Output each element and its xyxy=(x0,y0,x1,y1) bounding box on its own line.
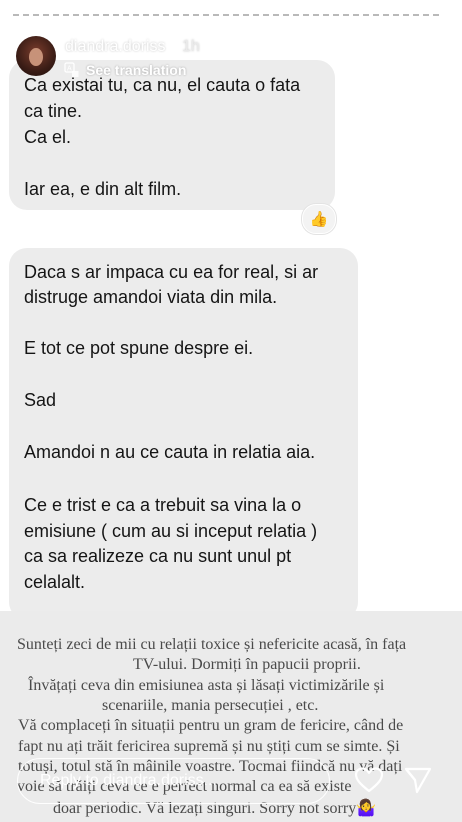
message-line: E tot ce pot spune despre ei. xyxy=(24,338,254,358)
caption-line: Sunteți zeci de mii cu relații toxice și… xyxy=(17,636,407,653)
message-line: ca sa realizeze ca nu sunt unul pt xyxy=(24,546,292,566)
translate-icon: A xyxy=(64,62,79,77)
caption-line: Învățați ceva din emisiunea asta și lăsa… xyxy=(28,677,385,694)
see-translation-button[interactable]: A See translation xyxy=(64,61,186,79)
message-line: ca tine. xyxy=(24,101,83,121)
message-line: Iar ea, e din alt film. xyxy=(24,179,182,199)
message-line: emisiune ( cum au si inceput relatia ) xyxy=(24,521,318,541)
message-line: Sad xyxy=(24,390,57,410)
message-line: celalalt. xyxy=(24,572,86,592)
user-avatar[interactable] xyxy=(16,36,56,76)
caption-line: Vă complaceți în situații pentru un gram… xyxy=(18,717,404,734)
reply-placeholder: Reply to diandra.doriss... xyxy=(40,772,217,789)
send-icon[interactable] xyxy=(403,766,433,794)
svg-text:A: A xyxy=(67,66,72,73)
message-line: Ca el. xyxy=(24,127,72,147)
message-line: Ce e trist e ca a trebuit sa vina la o xyxy=(24,495,302,515)
more-icon[interactable] xyxy=(405,48,435,64)
story-viewer: Ca existai tu, ca nu, el cauta o fata ca… xyxy=(0,0,462,822)
story-username[interactable]: diandra.doriss xyxy=(65,38,166,56)
play-icon[interactable] xyxy=(364,46,384,66)
thumbs-up-reaction: 👍 xyxy=(302,204,336,234)
caption-line: scenariile, mania persecuției , etc. xyxy=(102,697,319,714)
caption-line: fapt nu ați trăit fericirea supremă și n… xyxy=(18,738,400,755)
message-bubble: Daca s ar impaca cu ea for real, si ar d… xyxy=(9,248,358,620)
message-line: distruge amandoi viata din mila. xyxy=(24,287,278,307)
message-line: Amandoi n au ce cauta in relatia aia. xyxy=(24,442,316,462)
story-timestamp: 1h xyxy=(182,38,200,55)
story-progress-bar xyxy=(13,14,449,18)
reply-input[interactable]: Reply to diandra.doriss... xyxy=(17,758,330,804)
heart-icon[interactable] xyxy=(354,766,384,794)
message-line: Daca s ar impaca cu ea for real, si ar xyxy=(24,262,319,282)
see-translation-label: See translation xyxy=(86,62,187,78)
caption-line: TV-ului. Dormiți în papucii proprii. xyxy=(133,656,361,673)
message-bubble: Ca existai tu, ca nu, el cauta o fata ca… xyxy=(9,60,335,210)
